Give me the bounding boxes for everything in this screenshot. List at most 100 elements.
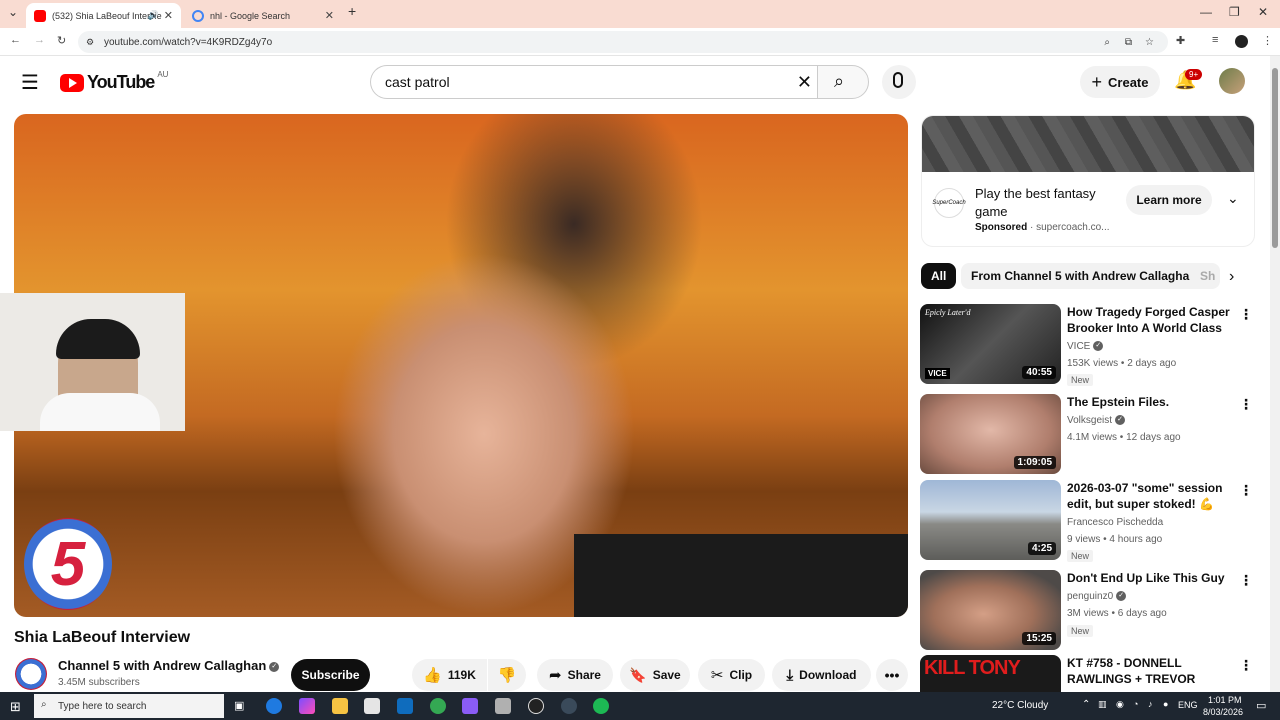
subscribe-button[interactable]: Subscribe [291, 659, 370, 691]
close-tab-icon[interactable]: ✕ [164, 9, 173, 22]
app-icon[interactable] [495, 698, 511, 714]
store-icon[interactable] [364, 698, 380, 714]
chip-all[interactable]: All [921, 263, 957, 289]
more-actions-button[interactable]: ••• [876, 659, 908, 691]
video-title: Shia LaBeouf Interview [14, 629, 191, 646]
close-window-icon[interactable]: ✕ [1258, 5, 1268, 19]
tab-google[interactable]: nhl - Google Search ✕ [184, 3, 342, 28]
app-icon[interactable] [462, 698, 478, 714]
mail-icon[interactable] [397, 698, 413, 714]
zoom-icon[interactable]: ⌕ [1104, 37, 1110, 48]
new-tab-button[interactable]: + [348, 3, 356, 19]
channel-name-text: Volksgeist [1067, 415, 1113, 426]
clear-search-icon[interactable]: ✕ [797, 72, 812, 93]
more-options-icon[interactable]: ⋮ [1239, 572, 1253, 589]
video-thumbnail: 1:09:05 [920, 394, 1061, 474]
kill-tony-logo: KILL TONY [924, 657, 1021, 679]
network-icon[interactable]: ▥ [1098, 699, 1107, 710]
edge-icon[interactable] [266, 698, 282, 714]
chip-partial[interactable]: Sh [1190, 263, 1220, 289]
cast-icon[interactable]: ⧉ [1125, 37, 1132, 48]
restore-icon[interactable]: ❐ [1229, 5, 1240, 19]
download-button[interactable]: ⤓ Download [772, 659, 871, 691]
back-icon[interactable]: ← [10, 34, 21, 46]
taskbar-search-input[interactable]: ⌕ Type here to search [34, 694, 224, 718]
recommendation-item[interactable]: 15:25 Don't End Up Like This Guy penguin… [920, 570, 1265, 652]
more-options-icon[interactable]: ⋮ [1239, 482, 1253, 499]
more-options-icon[interactable]: ⋮ [1239, 306, 1253, 323]
file-explorer-icon[interactable] [332, 698, 348, 714]
copilot-icon[interactable] [299, 698, 315, 714]
camera-icon[interactable]: ◉ [1116, 699, 1124, 710]
page-scrollbar[interactable] [1270, 56, 1280, 692]
wifi-icon[interactable]: ◔ [1133, 699, 1138, 709]
sponsored-ad[interactable]: SuperCoach Play the best fantasy game Sp… [921, 115, 1255, 247]
chevron-down-icon[interactable]: ⌄ [1227, 190, 1239, 207]
chip-from-channel[interactable]: From Channel 5 with Andrew Callaghan [961, 263, 1207, 289]
share-button[interactable]: ➦ Share [537, 659, 613, 691]
windows-start-icon[interactable]: ⊞ [10, 699, 21, 715]
spotify-icon[interactable] [593, 698, 609, 714]
language-indicator[interactable]: ENG [1178, 700, 1198, 710]
more-options-icon[interactable]: ⋮ [1239, 396, 1253, 413]
recommendation-item[interactable]: 1:09:05 The Epstein Files. Volksgeist ✓ 4… [920, 394, 1265, 476]
recommendation-item[interactable]: KILL TONY KT #758 - DONNELL RAWLINGS + T… [920, 655, 1265, 692]
bookmark-star-icon[interactable]: ☆ [1145, 37, 1154, 48]
video-title: Don't End Up Like This Guy [1067, 571, 1225, 585]
search-button[interactable]: ⌕ [817, 65, 869, 99]
create-button[interactable]: + Create [1080, 66, 1160, 98]
recommendation-item[interactable]: Epicly Later'd VICE 40:55 How Tragedy Fo… [920, 304, 1265, 386]
view-count: 9 views [1067, 534, 1101, 545]
forward-icon[interactable]: → [34, 34, 45, 46]
voice-search-button[interactable] [882, 65, 916, 99]
view-count: 153K views [1067, 358, 1119, 369]
media-controls-icon[interactable]: ≡ [1212, 34, 1218, 46]
like-button[interactable]: 👍 119K [412, 659, 487, 691]
close-tab-icon[interactable]: ✕ [325, 9, 334, 22]
view-count: 3M views [1067, 608, 1109, 619]
google-favicon-icon [192, 9, 204, 22]
site-info-icon[interactable]: ⚙ [86, 37, 94, 48]
clock-date[interactable]: 8/03/2026 [1203, 707, 1243, 717]
clock-time[interactable]: 1:01 PM [1208, 695, 1242, 705]
channel-avatar[interactable] [15, 658, 47, 690]
address-bar[interactable]: ⚙ youtube.com/watch?v=4K9RDZg4y7o ⌕ ⧉ ☆ [78, 31, 1168, 53]
dislike-button[interactable]: 👎 [488, 659, 526, 691]
more-options-icon[interactable]: ⋮ [1239, 657, 1253, 674]
reload-icon[interactable]: ↻ [57, 34, 66, 47]
minimize-icon[interactable]: — [1200, 5, 1212, 19]
chrome-active-icon[interactable] [561, 698, 577, 714]
extensions-icon[interactable]: ✚ [1176, 34, 1185, 47]
account-avatar[interactable] [1219, 68, 1245, 94]
region-code: AU [157, 70, 169, 79]
create-label: Create [1108, 74, 1149, 90]
learn-more-button[interactable]: Learn more [1126, 185, 1212, 215]
app-icon[interactable] [528, 698, 544, 714]
task-view-icon[interactable]: ▣ [234, 699, 244, 712]
tab-search-icon[interactable]: ⌄ [8, 5, 18, 19]
share-label: Share [567, 668, 601, 682]
channel-name[interactable]: Channel 5 with Andrew Callaghan ✓ [58, 658, 280, 673]
scrollbar-thumb[interactable] [1272, 68, 1278, 248]
vice-logo: VICE [925, 368, 950, 379]
mic-tray-icon[interactable]: ● [1163, 699, 1168, 709]
recommendation-item[interactable]: 4:25 2026-03-07 "some" session edit, but… [920, 480, 1265, 562]
weather-widget[interactable]: 22°C Cloudy [992, 700, 1048, 711]
menu-hamburger-icon[interactable]: ☰ [21, 70, 39, 95]
chevron-right-icon[interactable]: › [1229, 268, 1234, 286]
search-query-text: cast patrol [385, 74, 450, 90]
youtube-header: ☰ YouTube AU cast patrol ✕ ⌕ + Create 🔔 … [0, 56, 1270, 108]
search-input[interactable]: cast patrol ✕ [370, 65, 818, 99]
video-thumbnail: KILL TONY [920, 655, 1061, 692]
speaker-icon[interactable]: 🔊 [148, 10, 159, 21]
tray-chevron-up-icon[interactable]: ⌃ [1082, 699, 1090, 710]
volume-icon[interactable]: ♪ [1148, 699, 1153, 709]
save-button[interactable]: 🔖 Save [620, 659, 690, 691]
notification-center-icon[interactable]: ▭ [1256, 699, 1266, 712]
youtube-logo[interactable]: YouTube AU [60, 70, 169, 93]
clip-button[interactable]: ✂ Clip [698, 659, 765, 691]
chrome-icon[interactable] [430, 698, 446, 714]
tab-youtube[interactable]: (532) Shia LaBeouf Intervie 🔊 ✕ [26, 3, 181, 28]
profile-avatar-icon[interactable] [1235, 35, 1248, 48]
chrome-menu-icon[interactable]: ⋮ [1262, 34, 1273, 47]
